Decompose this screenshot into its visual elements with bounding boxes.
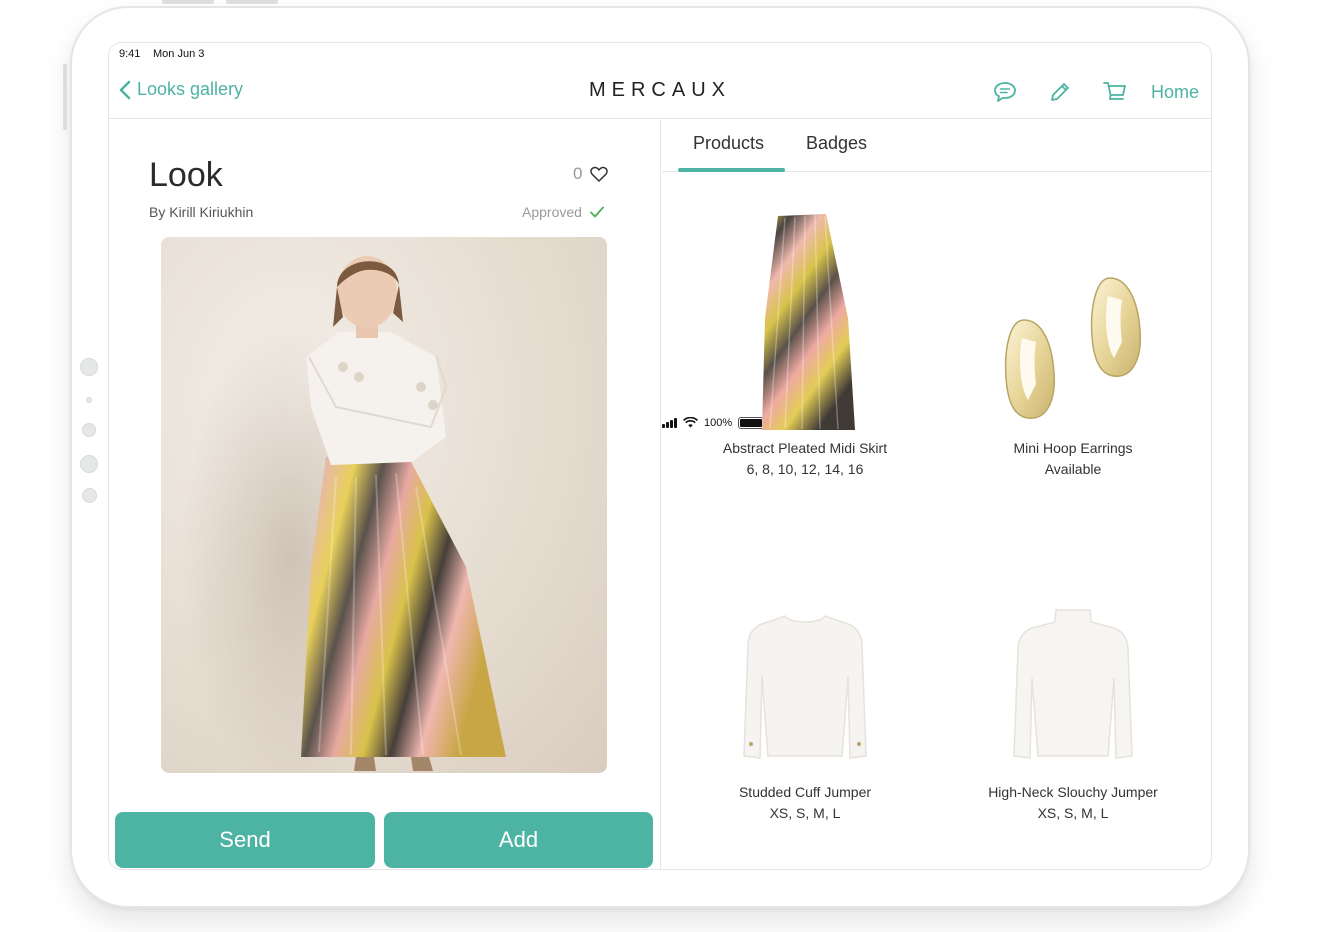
product-card[interactable]: Studded Cuff Jumper XS, S, M, L [670, 606, 940, 823]
heart-icon [590, 166, 609, 182]
check-icon [590, 206, 604, 218]
status-text: Approved [522, 204, 582, 220]
page-title: Look [149, 156, 223, 194]
product-detail: XS, S, M, L [769, 805, 841, 821]
product-card[interactable]: Abstract Pleated Midi Skirt 6, 8, 10, 12… [670, 208, 940, 479]
navigation-bar: Looks gallery MERCAUX Home [109, 67, 1211, 119]
edit-button[interactable] [1033, 77, 1088, 107]
like-button[interactable]: 0 [573, 164, 609, 184]
product-card[interactable]: Mini Hoop Earrings Available [938, 208, 1208, 479]
product-name: Mini Hoop Earrings [1013, 440, 1133, 456]
product-detail: XS, S, M, L [1037, 805, 1109, 821]
chat-icon [994, 82, 1017, 102]
product-image [938, 208, 1208, 438]
jumper-image [1013, 609, 1133, 759]
chat-button[interactable] [978, 77, 1033, 107]
cart-icon [1103, 82, 1127, 100]
skirt-image [762, 214, 855, 430]
tab-badges[interactable]: Badges [806, 133, 867, 154]
product-image [938, 606, 1208, 782]
tab-bar: Products Badges [662, 120, 1211, 172]
device-dot [86, 397, 92, 403]
product-name: Studded Cuff Jumper [738, 784, 872, 800]
volume-button [162, 0, 214, 4]
device-dot [80, 455, 98, 473]
like-count: 0 [573, 164, 583, 183]
product-card[interactable]: High-Neck Slouchy Jumper XS, S, M, L [938, 606, 1208, 823]
jumper-image [743, 615, 867, 759]
status-badge: Approved [522, 204, 604, 220]
products-panel: Products Badges Abstract Pleated Midi Sk… [662, 120, 1211, 869]
side-button [63, 64, 67, 130]
product-image [670, 208, 940, 438]
look-photo [161, 237, 607, 773]
tab-products[interactable]: Products [693, 133, 764, 154]
product-image [670, 606, 940, 782]
device-dot [80, 358, 98, 376]
product-detail: 6, 8, 10, 12, 14, 16 [746, 461, 864, 477]
model-illustration [181, 256, 506, 773]
app-screen: 9:41 Mon Jun 3 100% Looks gallery MERCAU… [108, 42, 1212, 870]
nav-actions: Home [978, 77, 1199, 107]
device-camera [82, 423, 96, 437]
status-bar: 9:41 Mon Jun 3 100% [109, 43, 1211, 429]
cart-button[interactable] [1088, 77, 1143, 107]
product-name: Abstract Pleated Midi Skirt [722, 440, 888, 456]
earrings-image [1004, 277, 1142, 419]
active-tab-indicator [678, 168, 785, 172]
look-detail-panel: Look 0 By Kirill Kiriukhin Approved Send… [109, 120, 661, 869]
home-button[interactable]: Home [1151, 82, 1199, 103]
product-name: High-Neck Slouchy Jumper [988, 784, 1158, 800]
pencil-icon [1051, 83, 1070, 101]
product-detail: Available [1044, 461, 1102, 477]
status-date: Mon Jun 3 [153, 48, 205, 60]
power-button [226, 0, 278, 4]
device-dot [82, 488, 97, 503]
add-button[interactable]: Add [384, 812, 653, 868]
send-button[interactable]: Send [115, 812, 375, 868]
author-label: By Kirill Kiriukhin [149, 204, 254, 220]
status-time: 9:41 [119, 48, 141, 60]
